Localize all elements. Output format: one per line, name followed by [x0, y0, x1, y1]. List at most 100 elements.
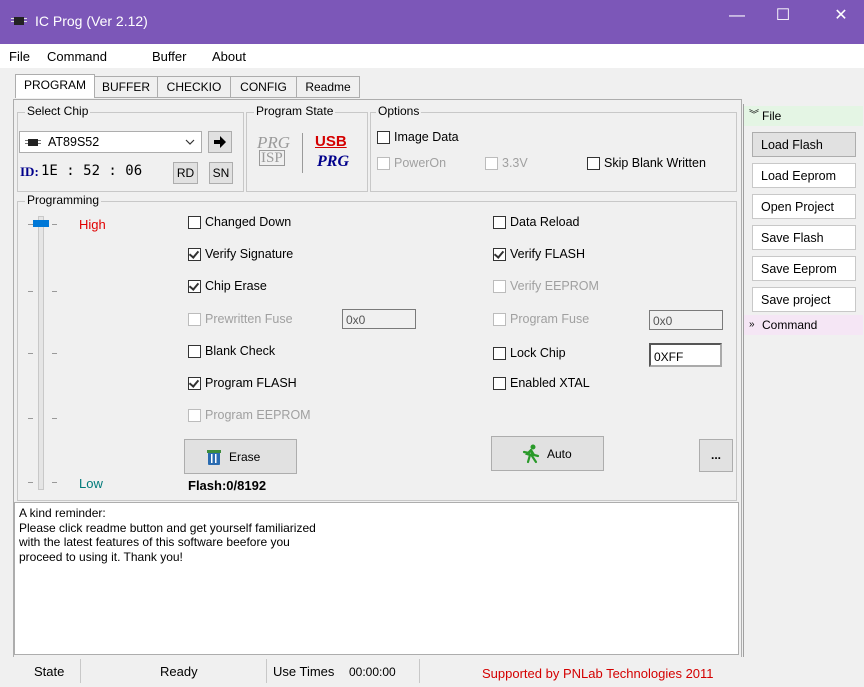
open-project-button[interactable]: Open Project: [752, 194, 856, 219]
image-data-checkbox[interactable]: Image Data: [377, 129, 459, 145]
program-fuse-checkbox[interactable]: Program Fuse: [493, 311, 589, 327]
menu-file[interactable]: File: [9, 49, 30, 64]
poweron-checkbox[interactable]: PowerOn: [377, 155, 446, 171]
checkbox-box: [188, 312, 201, 326]
v33-checkbox[interactable]: 3.3V: [485, 155, 528, 171]
erase-button[interactable]: Erase: [184, 439, 297, 474]
checkmark-icon: [493, 247, 505, 259]
tab-config[interactable]: CONFIG: [230, 76, 297, 98]
window-title: IC Prog (Ver 2.12): [35, 13, 148, 29]
verify-flash-checkbox[interactable]: Verify FLASH: [493, 246, 585, 262]
verify-eeprom-checkbox[interactable]: Verify EEPROM: [493, 278, 599, 294]
status-bar: State Ready Use Times 00:00:00 Supported…: [13, 657, 864, 685]
file-section-label: File: [762, 109, 782, 123]
auto-button[interactable]: Auto: [491, 436, 604, 471]
checkbox-box: [377, 130, 390, 144]
slider-track: [38, 216, 44, 490]
slider-tick: [28, 482, 33, 483]
status-state: State: [34, 664, 65, 679]
checkbox-label: PowerOn: [394, 156, 447, 170]
tab-readme[interactable]: Readme: [296, 76, 360, 98]
skip-blank-written-checkbox[interactable]: Skip Blank Written: [587, 155, 706, 171]
checkbox-box: [493, 247, 506, 261]
prewritten-fuse-checkbox[interactable]: Prewritten Fuse: [188, 311, 293, 327]
chevron-down-icon: [185, 139, 195, 145]
command-section-header[interactable]: » Command: [744, 315, 863, 335]
status-divider: [419, 659, 420, 683]
load-flash-button[interactable]: Load Flash: [752, 132, 856, 157]
verify-signature-checkbox[interactable]: Verify Signature: [188, 246, 293, 262]
menu-command[interactable]: Command: [47, 49, 107, 64]
load-eeprom-button[interactable]: Load Eeprom: [752, 163, 856, 188]
usb-prg-label: PRG: [317, 153, 349, 170]
slider-tick: [52, 224, 57, 225]
checkbox-label: Enabled XTAL: [510, 376, 590, 390]
more-button[interactable]: ...: [699, 439, 733, 472]
options-label: Options: [376, 104, 422, 118]
maximize-button[interactable]: ☐: [760, 0, 806, 32]
checkbox-box: [587, 156, 600, 170]
status-time: 00:00:00: [349, 665, 396, 679]
select-chip-label: Select Chip: [25, 104, 91, 118]
checkbox-label: Prewritten Fuse: [205, 312, 293, 326]
slider-tick: [52, 353, 57, 354]
checkbox-box: [493, 215, 506, 229]
arrow-right-icon: [214, 136, 226, 148]
slider-thumb[interactable]: [33, 220, 49, 227]
save-eeprom-button[interactable]: Save Eeprom: [752, 256, 856, 281]
reminder-line: A kind reminder:: [19, 506, 106, 520]
checkbox-box: [188, 215, 201, 229]
speed-high-label: High: [79, 217, 106, 232]
minimize-button[interactable]: —: [714, 0, 760, 32]
close-button[interactable]: ✕: [818, 0, 864, 32]
program-eeprom-checkbox[interactable]: Program EEPROM: [188, 407, 311, 423]
checkbox-label: Program FLASH: [205, 376, 297, 390]
tab-buffer[interactable]: BUFFER: [94, 76, 158, 98]
checkbox-box: [377, 156, 390, 170]
programming-label: Programming: [25, 193, 102, 207]
sidebar: ︾ File Load Flash Load Eeprom Open Proje…: [743, 104, 863, 657]
checkbox-label: Program Fuse: [510, 312, 590, 326]
reminder-line: Please click readme button and get yours…: [19, 520, 316, 535]
checkbox-box: [188, 376, 201, 390]
usb-label: USB: [315, 133, 347, 150]
save-project-button[interactable]: Save project: [752, 287, 856, 312]
reminder-line: with the latest features of this softwar…: [19, 535, 290, 549]
file-section-header[interactable]: ︾ File: [744, 106, 863, 126]
tab-program[interactable]: PROGRAM: [15, 74, 95, 98]
sn-button[interactable]: SN: [209, 162, 233, 184]
lock-chip-input[interactable]: 0XFF: [649, 343, 722, 367]
blank-check-checkbox[interactable]: Blank Check: [188, 343, 275, 359]
data-reload-checkbox[interactable]: Data Reload: [493, 214, 580, 230]
checkmark-icon: [188, 376, 200, 388]
prewritten-fuse-input[interactable]: 0x0: [342, 309, 416, 329]
reminder-memo[interactable]: A kind reminder: Please click readme but…: [14, 502, 739, 655]
chip-icon: [25, 139, 41, 146]
status-supported: Supported by PNLab Technologies 2011: [482, 666, 714, 681]
title-bar: IC Prog (Ver 2.12) — ☐ ✕: [0, 0, 864, 44]
slider-tick: [52, 418, 57, 419]
checkbox-label: Verify EEPROM: [510, 279, 599, 293]
checkmark-icon: [188, 247, 200, 259]
save-flash-button[interactable]: Save Flash: [752, 225, 856, 250]
go-arrow-button[interactable]: [208, 131, 232, 153]
chip-select[interactable]: AT89S52: [19, 131, 202, 153]
flash-status: Flash:0/8192: [188, 478, 267, 493]
chip-erase-checkbox[interactable]: Chip Erase: [188, 278, 267, 294]
slider-tick: [52, 291, 57, 292]
rd-button[interactable]: RD: [173, 162, 198, 184]
slider-tick: [52, 482, 57, 483]
tab-checkio[interactable]: CHECKIO: [157, 76, 231, 98]
speed-low-label: Low: [79, 476, 103, 491]
status-use-times: Use Times: [273, 664, 335, 679]
program-flash-checkbox[interactable]: Program FLASH: [188, 375, 297, 391]
changed-down-checkbox[interactable]: Changed Down: [188, 214, 291, 230]
programming-group: [17, 201, 737, 501]
menu-buffer[interactable]: Buffer: [152, 49, 186, 64]
lock-chip-checkbox[interactable]: Lock Chip: [493, 345, 566, 361]
menu-about[interactable]: About: [212, 49, 246, 64]
program-fuse-input[interactable]: 0x0: [649, 310, 723, 330]
checkbox-label: Verify Signature: [205, 247, 294, 261]
chevron-down-icon: ︾: [749, 110, 759, 121]
enabled-xtal-checkbox[interactable]: Enabled XTAL: [493, 375, 590, 391]
